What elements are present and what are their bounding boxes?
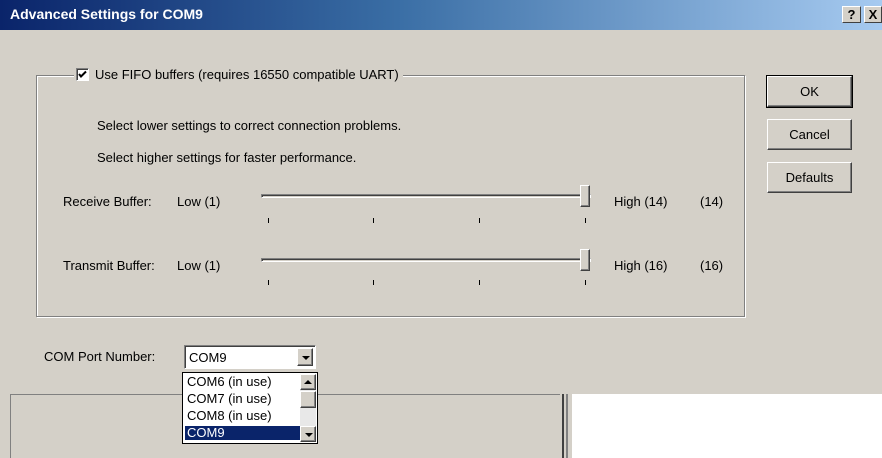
- help-button[interactable]: ?: [842, 6, 861, 23]
- background-divider: [566, 394, 568, 458]
- com-port-selected: COM9: [189, 350, 227, 365]
- dropdown-option[interactable]: COM6 (in use): [185, 375, 301, 389]
- transmit-low-label: Low (1): [177, 258, 221, 273]
- transmit-tick: [373, 280, 374, 285]
- dropdown-scrollbar[interactable]: [300, 374, 316, 442]
- window-title: Advanced Settings for COM9: [10, 6, 203, 22]
- defaults-button[interactable]: Defaults: [767, 162, 852, 193]
- background-white-pane: [572, 394, 882, 458]
- receive-tick: [479, 218, 480, 223]
- hint-higher: Select higher settings for faster perfor…: [97, 150, 357, 165]
- transmit-tick: [268, 280, 269, 285]
- receive-low-label: Low (1): [177, 194, 221, 209]
- chevron-down-icon: [302, 356, 310, 360]
- receive-slider-thumb[interactable]: [580, 185, 590, 207]
- receive-value: (14): [700, 194, 724, 209]
- cancel-button[interactable]: Cancel: [767, 119, 852, 150]
- fifo-checkbox[interactable]: [76, 67, 89, 81]
- com-port-combobox[interactable]: COM9: [184, 345, 316, 369]
- receive-high-label: High (14): [614, 194, 668, 209]
- transmit-high-label: High (16): [614, 258, 668, 273]
- transmit-buffer-label: Transmit Buffer:: [63, 258, 155, 273]
- dropdown-option[interactable]: COM8 (in use): [185, 409, 301, 423]
- scroll-down-button[interactable]: [300, 426, 316, 442]
- combo-dropdown-button[interactable]: [297, 348, 313, 366]
- ok-button[interactable]: OK: [766, 75, 853, 108]
- chevron-up-icon: [304, 380, 312, 384]
- fifo-checkbox-row[interactable]: Use FIFO buffers (requires 16550 compati…: [74, 64, 403, 84]
- receive-buffer-label: Receive Buffer:: [63, 194, 152, 209]
- receive-tick: [585, 218, 586, 223]
- receive-tick: [373, 218, 374, 223]
- transmit-value: (16): [700, 258, 724, 273]
- transmit-tick: [479, 280, 480, 285]
- chevron-down-icon: [305, 433, 313, 437]
- com-port-label: COM Port Number:: [44, 349, 156, 364]
- scroll-up-button[interactable]: [300, 374, 316, 390]
- title-bar: Advanced Settings for COM9 ? X: [0, 0, 882, 30]
- fifo-checkbox-label: Use FIFO buffers (requires 16550 compati…: [95, 66, 399, 82]
- scroll-thumb[interactable]: [300, 391, 316, 408]
- com-port-dropdown[interactable]: COM6 (in use) COM7 (in use) COM8 (in use…: [182, 372, 318, 444]
- hint-lower: Select lower settings to correct connect…: [97, 118, 402, 133]
- background-window: [0, 394, 882, 458]
- transmit-tick: [585, 280, 586, 285]
- transmit-slider-track[interactable]: [261, 258, 591, 262]
- dropdown-option[interactable]: COM7 (in use): [185, 392, 301, 406]
- close-button[interactable]: X: [864, 6, 882, 23]
- checkmark-icon: [78, 70, 87, 78]
- receive-slider-track[interactable]: [261, 194, 591, 198]
- transmit-slider-thumb[interactable]: [580, 249, 590, 271]
- background-divider: [562, 394, 564, 458]
- dropdown-option-selected[interactable]: COM9: [185, 426, 301, 440]
- receive-tick: [268, 218, 269, 223]
